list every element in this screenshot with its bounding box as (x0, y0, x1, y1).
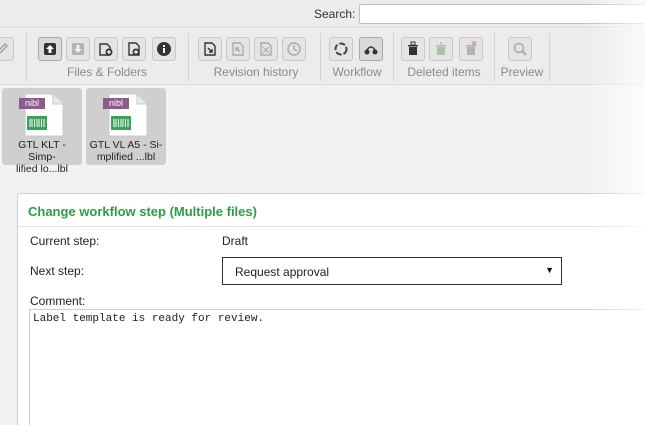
undo-checkout-button[interactable] (254, 37, 278, 61)
workflow-refresh-icon (334, 42, 348, 56)
workflow-step-icon (364, 46, 378, 55)
top-bar: Search: (0, 0, 645, 28)
search-label: Search: (314, 7, 356, 21)
preview-icon (513, 42, 527, 56)
deleted-items-icon (408, 41, 418, 55)
new-folder-icon (128, 42, 140, 56)
deleted-items-button[interactable] (401, 37, 425, 61)
chevron-down-icon: ▼ (545, 265, 554, 275)
group-label-files-folders: Files & Folders (66, 65, 148, 79)
history-button[interactable] (282, 37, 306, 61)
file-name: GTL VL A5 - Si- mplified ...lbl (89, 139, 163, 163)
toolbar-separator (26, 33, 27, 81)
upload-icon (44, 43, 56, 55)
new-file-icon (99, 43, 113, 56)
toolbar-separator (320, 33, 321, 81)
download-button[interactable] (66, 37, 90, 61)
next-step-selected-value: Request approval (235, 265, 330, 279)
edit-button[interactable] (0, 37, 14, 61)
group-workflow: Workflow (324, 29, 390, 85)
group-label-deleted-items: Deleted items (407, 65, 481, 79)
new-file-button[interactable] (94, 37, 118, 61)
file-list: nibl GTL KLT - Simp- lified lo...lbl nib… (0, 86, 645, 175)
group-label-preview: Preview (500, 65, 544, 79)
file-tile[interactable]: nibl GTL KLT - Simp- lified lo...lbl (2, 88, 82, 175)
checkout-button[interactable] (198, 37, 222, 61)
group-preview: Preview (496, 29, 548, 85)
comment-label: Comment: (30, 294, 86, 308)
restore-button[interactable] (429, 37, 453, 61)
next-step-select[interactable]: Request approval ▼ (222, 257, 562, 285)
group-files-folders: Files & Folders (32, 29, 182, 85)
group-revision-history: Revision history (194, 29, 318, 85)
checkin-icon (232, 42, 244, 56)
upload-button[interactable] (38, 37, 62, 61)
current-step-label: Current step: (30, 234, 100, 248)
toolbar-separator (549, 33, 550, 81)
dialog-title: Change workflow step (Multiple files) (28, 204, 257, 219)
toolbar-separator (393, 33, 394, 81)
history-icon (287, 42, 301, 56)
workflow-step-button[interactable] (359, 37, 383, 61)
info-icon (157, 42, 171, 56)
restore-icon (436, 42, 446, 55)
dialog-divider (18, 226, 645, 227)
checkout-icon (204, 42, 216, 56)
group-deleted-items: Deleted items (397, 29, 491, 85)
group-label-revision-history: Revision history (213, 65, 299, 79)
new-folder-button[interactable] (122, 37, 146, 61)
comment-textarea[interactable]: Label template is ready for review. (29, 309, 645, 425)
file-tile[interactable]: nibl GTL VL A5 - Si- mplified ...lbl (86, 88, 166, 165)
file-name: GTL KLT - Simp- lified lo...lbl (16, 139, 68, 175)
current-step-value: Draft (222, 234, 249, 248)
change-workflow-dialog: Change workflow step (Multiple files) Cu… (17, 193, 645, 425)
toolbar-separator (188, 33, 189, 81)
purge-icon (466, 41, 477, 55)
download-icon (72, 43, 84, 55)
checkin-button[interactable] (226, 37, 250, 61)
undo-checkout-icon (260, 42, 272, 56)
preview-button[interactable] (508, 37, 532, 61)
next-step-label: Next step: (30, 264, 85, 278)
purge-button[interactable] (459, 37, 483, 61)
group-label-workflow: Workflow (332, 65, 382, 79)
info-button[interactable] (152, 37, 176, 61)
search-input[interactable] (359, 4, 645, 24)
edit-icon (0, 42, 9, 54)
toolbar-separator (494, 33, 495, 81)
file-badge: nibl (24, 98, 39, 108)
workflow-refresh-button[interactable] (329, 37, 353, 61)
file-badge: nibl (108, 98, 123, 108)
toolbar: Files & Folders Revision history Workflo… (0, 29, 645, 85)
